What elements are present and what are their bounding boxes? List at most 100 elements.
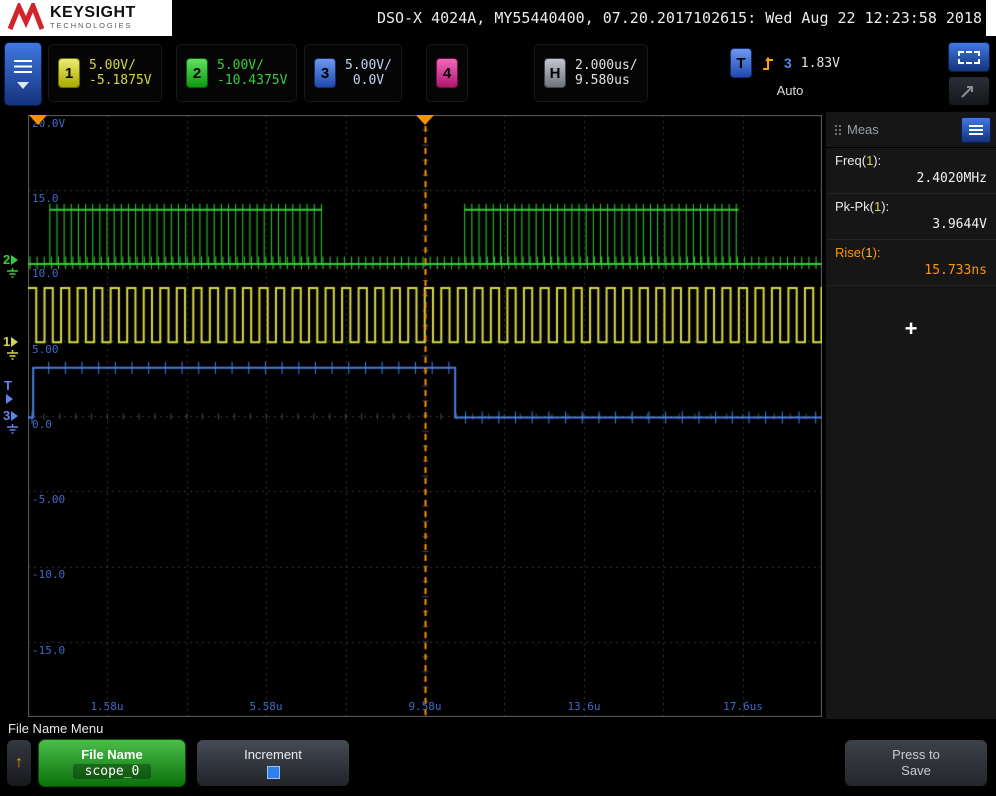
measurement-close: ): (873, 153, 882, 168)
trigger-marker-label: T (4, 378, 12, 393)
y-axis-label: 5.00 (32, 343, 59, 356)
y-axis-label: 15.0 (32, 192, 59, 205)
channel1-readout: 5.00V/ -5.1875V (89, 58, 152, 88)
measurement-rise[interactable]: Rise(1): 15.733ns (826, 240, 996, 286)
save-label-line1: Press to (892, 747, 940, 762)
y-axis-label: -10.0 (32, 568, 66, 581)
trigger-position-marker[interactable] (416, 115, 434, 125)
channel3-readout: 5.00V/ 0.0V (345, 58, 392, 88)
channel3-badge: 3 (314, 58, 336, 88)
measurement-freq[interactable]: Freq(1): 2.4020MHz (826, 148, 996, 194)
brand-text: KEYSIGHT TECHNOLOGIES (50, 4, 136, 30)
selection-rect-icon (958, 50, 980, 64)
measurement-pkpk[interactable]: Pk-Pk(1): 3.9644V (826, 194, 996, 240)
measurement-name: Pk-Pk( (835, 199, 874, 214)
chevron-down-icon (17, 81, 29, 89)
channel2-offset: -10.4375V (217, 73, 288, 88)
y-axis-label: 0.0 (32, 418, 52, 431)
trigger-level: 1.83V (800, 55, 840, 71)
time-reference-marker (29, 115, 47, 125)
measurement-menu-button[interactable] (961, 116, 991, 143)
channel2-badge: 2 (186, 58, 208, 88)
measurement-name: Rise( (835, 245, 866, 260)
channel3-settings[interactable]: 3 5.00V/ 0.0V (304, 44, 402, 102)
save-label-line2: Save (901, 763, 931, 778)
increment-checkbox[interactable] (266, 766, 280, 779)
channel2-settings[interactable]: 2 5.00V/ -10.4375V (176, 44, 298, 102)
measurement-close: ): (872, 245, 881, 260)
measurement-panel: Meas Freq(1): 2.4020MHz Pk-Pk(1): 3.9644… (826, 112, 996, 719)
keysight-logo: KEYSIGHT TECHNOLOGIES (8, 3, 136, 31)
increment-label: Increment (244, 747, 302, 762)
measurement-value: 2.4020MHz (916, 171, 987, 186)
file-name-value: scope_0 (72, 764, 152, 779)
measurement-panel-header: Meas (826, 112, 996, 148)
pointer-arrow-icon (961, 86, 973, 98)
channel1-ground-icon (7, 350, 18, 360)
toolbar: 1 5.00V/ -5.1875V 2 5.00V/ -10.4375V 3 5… (0, 36, 996, 112)
channel3-ground-icon (7, 424, 18, 434)
y-axis-label: -15.0 (32, 644, 66, 657)
menu-button[interactable] (4, 42, 42, 106)
oscilloscope-screen: KEYSIGHT TECHNOLOGIES DSO-X 4024A, MY554… (0, 0, 996, 796)
channel1-badge: 1 (58, 58, 80, 88)
increment-softkey[interactable]: Increment (196, 739, 350, 787)
menu-back-button[interactable]: ↑ (6, 739, 32, 787)
waveform-area[interactable]: 20.0V 15.0 10.0 5.00 0.0 -5.00 -10.0 -15… (0, 112, 824, 719)
trigger-badge: T (730, 48, 752, 78)
channel4-badge: 4 (436, 58, 458, 88)
file-name-softkey[interactable]: File Name scope_0 (38, 739, 186, 787)
press-to-save-softkey[interactable]: Press to Save (844, 739, 988, 787)
channel2-readout: 5.00V/ -10.4375V (217, 58, 287, 88)
add-measurement-button[interactable]: + (826, 316, 996, 342)
softkey-bar: File Name Menu ↑ File Name scope_0 Incre… (0, 719, 996, 796)
channel2-marker-label: 2 (3, 252, 11, 267)
channel1-settings[interactable]: 1 5.00V/ -5.1875V (48, 44, 162, 102)
channel1-marker-label: 1 (3, 334, 11, 349)
cursor-tool-button[interactable] (948, 76, 990, 106)
measurement-label: Pk-Pk(1): (835, 199, 987, 214)
file-name-label: File Name (81, 747, 143, 762)
timebase-delay: 9.580us (575, 73, 630, 88)
trigger-settings[interactable]: T 3 1.83V Auto (730, 44, 902, 102)
brand-name: KEYSIGHT (50, 4, 136, 21)
measurement-name: Freq( (835, 153, 867, 168)
x-axis-label: 13.6u (567, 700, 601, 713)
channel1-ground-marker[interactable]: 1 (3, 334, 19, 349)
x-axis-label: 1.58u (90, 700, 124, 713)
channel1-scale: 5.00V/ (89, 58, 136, 73)
y-axis-label: -5.00 (32, 493, 66, 506)
measurement-channel: 1 (865, 245, 873, 260)
x-axis-label: 17.6us (723, 700, 763, 713)
channel2-scale: 5.00V/ (217, 58, 264, 73)
trigger-level-marker[interactable]: T (4, 378, 13, 404)
x-axis-label: 9.58u (408, 700, 442, 713)
measurement-value: 3.9644V (932, 217, 987, 232)
menu-icon (14, 59, 32, 73)
channel2-ground-marker[interactable]: 2 (3, 252, 19, 267)
up-arrow-icon: ↑ (15, 754, 23, 771)
measurement-close: ): (881, 199, 890, 214)
horizontal-badge: H (544, 58, 566, 88)
channel3-scale: 5.00V/ (345, 58, 392, 73)
waveform-canvas[interactable] (28, 115, 822, 717)
rising-edge-icon (763, 56, 773, 70)
measurement-label: Rise(1): (835, 245, 987, 260)
channel3-marker-label: 3 (3, 408, 11, 423)
horizontal-settings[interactable]: H 2.000us/ 9.580us (534, 44, 648, 102)
x-axis-label: 5.58u (249, 700, 283, 713)
measurement-panel-title: Meas (847, 122, 879, 137)
channel3-offset: 0.0V (352, 73, 385, 88)
channel4-settings[interactable]: 4 (426, 44, 468, 102)
measurement-label: Freq(1): (835, 153, 987, 168)
grip-dots-icon (835, 124, 837, 127)
session-info: DSO-X 4024A, MY55440400, 07.20.201710261… (172, 0, 986, 36)
y-axis-label: 10.0 (32, 267, 59, 280)
trigger-source: 3 (784, 55, 792, 71)
trigger-row: T 3 1.83V (730, 48, 902, 78)
top-status-bar: KEYSIGHT TECHNOLOGIES DSO-X 4024A, MY554… (0, 0, 996, 36)
zoom-select-button[interactable] (948, 42, 990, 72)
channel3-ground-marker[interactable]: 3 (3, 408, 19, 423)
measurement-value: 15.733ns (924, 263, 987, 278)
channel1-offset: -5.1875V (89, 73, 152, 88)
